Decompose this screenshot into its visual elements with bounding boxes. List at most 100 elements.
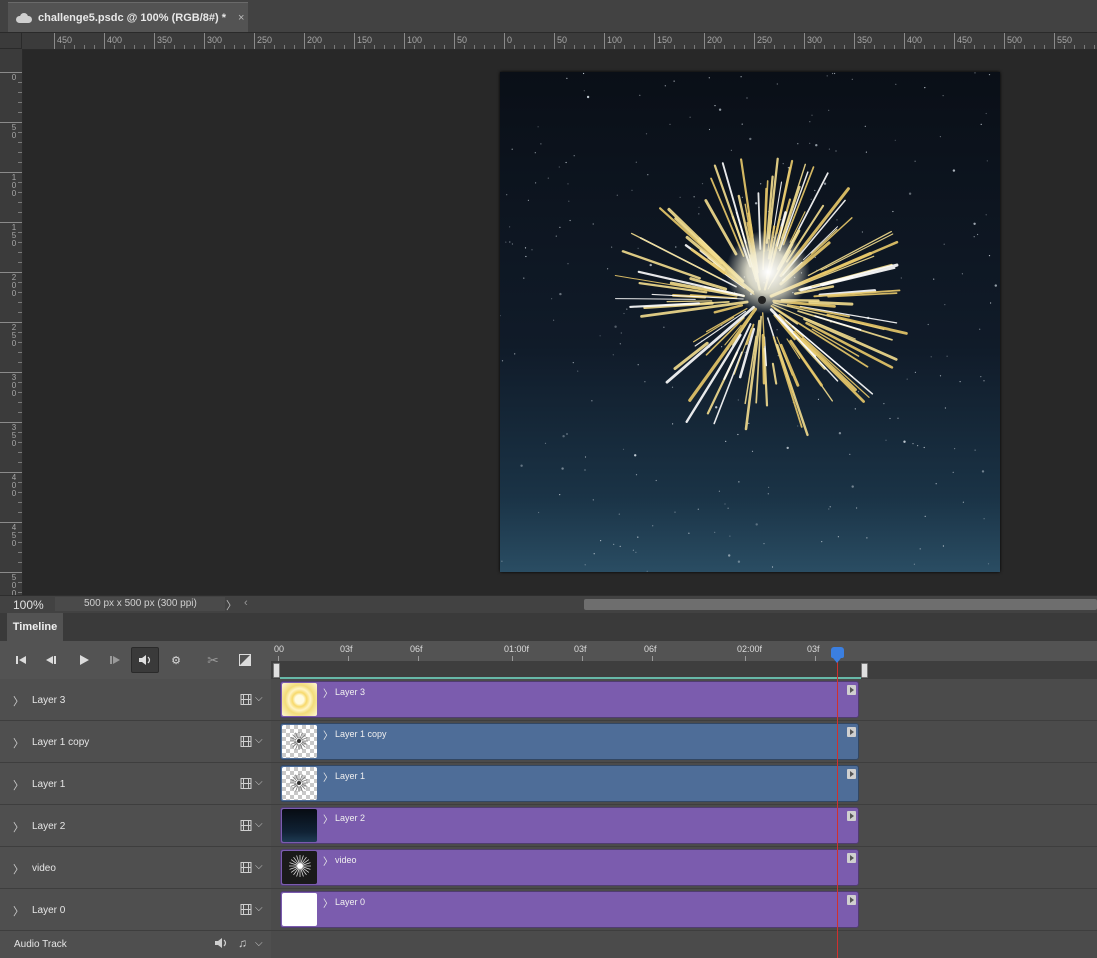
clip-expand-chevron-icon[interactable]: 〉 xyxy=(323,853,333,868)
ruler-minor-tick xyxy=(18,462,22,463)
layer-options-dropdown-icon[interactable]: ⌵ xyxy=(255,735,263,746)
ruler-tick xyxy=(0,372,22,373)
mute-audio-button[interactable] xyxy=(131,647,159,673)
clip-label: Layer 1 xyxy=(335,771,366,781)
ruler-tick xyxy=(204,33,205,49)
audio-volume-icon[interactable] xyxy=(214,937,228,952)
ruler-minor-tick xyxy=(18,232,22,233)
ruler-minor-tick xyxy=(484,45,485,49)
ruler-minor-tick xyxy=(684,45,685,49)
ruler-minor-tick xyxy=(18,392,22,393)
work-area-start-handle[interactable] xyxy=(273,663,280,678)
split-at-playhead-button[interactable]: ✂ xyxy=(202,649,224,671)
ruler-minor-tick xyxy=(584,45,585,49)
work-area-end-handle[interactable] xyxy=(861,663,868,678)
clip-label: Layer 2 xyxy=(335,813,366,823)
clip-end-arrow-icon[interactable] xyxy=(847,811,856,821)
layer-options-dropdown-icon[interactable]: ⌵ xyxy=(255,903,263,914)
ruler-minor-tick xyxy=(394,45,395,49)
ruler-minor-tick xyxy=(574,45,575,49)
ruler-minor-tick xyxy=(864,45,865,49)
layer-clip[interactable]: 〉 Layer 3 xyxy=(280,681,859,718)
close-tab-icon[interactable]: × xyxy=(238,12,244,24)
clip-end-arrow-icon[interactable] xyxy=(847,853,856,863)
film-strip-icon[interactable] xyxy=(240,820,252,834)
music-note-icon[interactable]: ♫ xyxy=(238,936,247,950)
clip-end-arrow-icon[interactable] xyxy=(847,895,856,905)
clip-expand-chevron-icon[interactable]: 〉 xyxy=(323,769,333,784)
film-strip-icon[interactable] xyxy=(240,694,252,708)
scroll-left-arrow[interactable]: ‹ xyxy=(244,597,248,609)
layer-clip[interactable]: 〉 video xyxy=(280,849,859,886)
horizontal-ruler[interactable]: 450 400 350 300 250 200 150 100 50 0 50 100 150 200 25… xyxy=(22,33,1097,50)
expand-chevron-icon[interactable]: 〉 xyxy=(13,777,24,793)
clip-expand-chevron-icon[interactable]: 〉 xyxy=(323,727,333,742)
clip-expand-chevron-icon[interactable]: 〉 xyxy=(323,895,333,910)
ruler-tick xyxy=(0,272,22,273)
layer-options-dropdown-icon[interactable]: ⌵ xyxy=(255,777,263,788)
film-strip-icon[interactable] xyxy=(240,778,252,792)
document-artwork[interactable] xyxy=(500,72,1000,572)
layer-options-dropdown-icon[interactable]: ⌵ xyxy=(255,819,263,830)
expand-chevron-icon[interactable]: 〉 xyxy=(13,903,24,919)
ruler-tick xyxy=(0,322,22,323)
document-tab[interactable]: challenge5.psdc @ 100% (RGB/8#) * × xyxy=(8,2,248,32)
clip-end-arrow-icon[interactable] xyxy=(847,685,856,695)
ruler-minor-tick xyxy=(18,542,22,543)
layer-row[interactable]: 〉 Layer 2 ⌵ xyxy=(0,805,271,847)
layer-clip[interactable]: 〉 Layer 0 xyxy=(280,891,859,928)
ruler-origin[interactable] xyxy=(0,33,22,49)
ruler-minor-tick xyxy=(724,45,725,49)
playhead-handle[interactable] xyxy=(831,647,844,663)
play-button[interactable] xyxy=(73,649,95,671)
layer-name: Layer 0 xyxy=(32,905,66,916)
ruler-tick xyxy=(404,33,405,49)
film-strip-icon[interactable] xyxy=(240,904,252,918)
layer-clip[interactable]: 〉 Layer 1 copy xyxy=(280,723,859,760)
zoom-level[interactable]: 100% xyxy=(13,598,44,612)
film-strip-icon[interactable] xyxy=(240,736,252,750)
horizontal-scrollbar-thumb[interactable] xyxy=(584,599,1097,610)
next-frame-button[interactable] xyxy=(104,649,126,671)
layer-options-dropdown-icon[interactable]: ⌵ xyxy=(255,693,263,704)
layer-clip[interactable]: 〉 Layer 2 xyxy=(280,807,859,844)
layer-options-dropdown-icon[interactable]: ⌵ xyxy=(255,861,263,872)
status-menu-arrow[interactable]: 〉 xyxy=(226,597,237,613)
previous-frame-button[interactable] xyxy=(40,649,62,671)
ruler-label: 300 xyxy=(207,35,223,45)
expand-chevron-icon[interactable]: 〉 xyxy=(13,735,24,751)
ruler-tick xyxy=(0,172,22,173)
layer-row[interactable]: 〉 video ⌵ xyxy=(0,847,271,889)
ruler-minor-tick xyxy=(444,45,445,49)
vertical-ruler[interactable]: 0 5 0 1 0 0 1 5 0 2 0 0 2 5 0 3 0 0 3 5 0 4 0 0 4… xyxy=(0,49,23,613)
layer-row[interactable]: 〉 Layer 3 ⌵ xyxy=(0,679,271,721)
film-strip-icon[interactable] xyxy=(240,862,252,876)
clip-end-arrow-icon[interactable] xyxy=(847,727,856,737)
clip-expand-chevron-icon[interactable]: 〉 xyxy=(323,685,333,700)
ruler-minor-tick xyxy=(814,45,815,49)
clip-end-arrow-icon[interactable] xyxy=(847,769,856,779)
layer-clip[interactable]: 〉 Layer 1 xyxy=(280,765,859,802)
first-frame-button[interactable] xyxy=(10,649,32,671)
expand-chevron-icon[interactable]: 〉 xyxy=(13,693,24,709)
audio-track-lane[interactable] xyxy=(271,931,1097,958)
audio-track-dropdown-icon[interactable]: ⌵ xyxy=(255,938,263,949)
transition-button[interactable] xyxy=(234,649,256,671)
expand-chevron-icon[interactable]: 〉 xyxy=(13,819,24,835)
ruler-label: 100 xyxy=(407,35,423,45)
clip-expand-chevron-icon[interactable]: 〉 xyxy=(323,811,333,826)
ruler-label: 250 xyxy=(257,35,273,45)
ruler-minor-tick xyxy=(424,45,425,49)
layer-row[interactable]: 〉 Layer 0 ⌵ xyxy=(0,889,271,931)
ruler-minor-tick xyxy=(1014,45,1015,49)
expand-chevron-icon[interactable]: 〉 xyxy=(13,861,24,877)
ruler-label: 4 5 0 xyxy=(11,523,17,548)
layer-row[interactable]: 〉 Layer 1 copy ⌵ xyxy=(0,721,271,763)
ruler-minor-tick xyxy=(18,512,22,513)
playback-settings-button[interactable]: ⚙ xyxy=(165,649,187,671)
document-tab-title: challenge5.psdc @ 100% (RGB/8#) * xyxy=(38,11,227,24)
layer-name: Layer 1 xyxy=(32,779,66,790)
layer-row[interactable]: 〉 Layer 1 ⌵ xyxy=(0,763,271,805)
ruler-minor-tick xyxy=(18,132,22,133)
tab-timeline[interactable]: Timeline xyxy=(7,613,63,641)
